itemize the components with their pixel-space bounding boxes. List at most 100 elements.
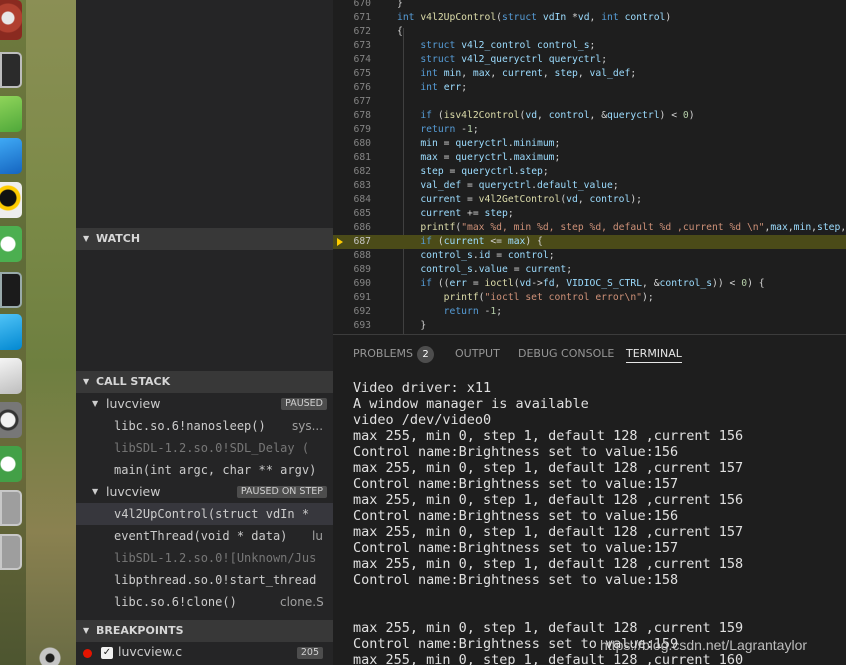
- line-number[interactable]: 692: [333, 305, 372, 319]
- text-editor-icon[interactable]: [0, 96, 22, 132]
- line-number[interactable]: 670: [333, 0, 372, 11]
- line-number[interactable]: 686: [333, 221, 372, 235]
- line-number[interactable]: 674: [333, 53, 372, 67]
- code-text: printf("ioctl set control error\n");: [443, 292, 654, 303]
- line-number[interactable]: 693: [333, 319, 372, 333]
- code-line[interactable]: 673 struct v4l2_control control_s;: [333, 39, 846, 53]
- callstack-section-header[interactable]: ▼ CALL STACK: [76, 371, 333, 393]
- line-number[interactable]: 680: [333, 137, 372, 151]
- code-text: return -1;: [420, 124, 479, 135]
- line-number[interactable]: 675: [333, 67, 372, 81]
- vscode-icon[interactable]: [0, 138, 22, 174]
- stack-frame[interactable]: eventThread(void * data) lu: [76, 525, 333, 547]
- wechat-icon[interactable]: [0, 226, 22, 262]
- code-line[interactable]: 675 int min, max, current, step, val_def…: [333, 67, 846, 81]
- code-text: if (isv4l2Control(vd, control, &queryctr…: [420, 110, 695, 121]
- breakpoint-file: luvcview.c: [118, 644, 183, 659]
- frame-source: sys...: [288, 415, 324, 437]
- tab-terminal[interactable]: TERMINAL: [626, 345, 682, 363]
- code-line[interactable]: 671 int v4l2UpControl(struct vdIn *vd, in…: [333, 11, 846, 25]
- chevron-down-icon: ▼: [83, 377, 90, 386]
- code-line[interactable]: 690 if ((err = ioctl(vd->fd, VIDIOC_S_CT…: [333, 277, 846, 291]
- unknown-app-icon[interactable]: [0, 490, 22, 526]
- stack-frame[interactable]: libc.so.6!nanosleep() sys...: [76, 415, 333, 437]
- code-line[interactable]: 683 val_def = queryctrl.default_value;: [333, 179, 846, 193]
- code-line[interactable]: 684 current = v4l2GetControl(vd, control…: [333, 193, 846, 207]
- code-line[interactable]: 670}: [333, 0, 846, 11]
- baidu-cloud-icon[interactable]: [0, 314, 22, 350]
- terminal-icon[interactable]: [0, 52, 22, 88]
- stack-frame[interactable]: libSDL-1.2.so.0!SDL_Delay (: [76, 437, 333, 459]
- wechat-icon[interactable]: [0, 446, 22, 482]
- stack-frame[interactable]: libc.so.6!clone() clone.S: [76, 591, 333, 613]
- code-line[interactable]: 680 min = queryctrl.minimum;: [333, 137, 846, 151]
- breakpoint-item[interactable]: ✓ luvcview.c 205: [76, 642, 333, 664]
- line-number[interactable]: 672: [333, 25, 372, 39]
- code-line[interactable]: 692 return -1;: [333, 305, 846, 319]
- code-line[interactable]: 686 printf("max %d, min %d, step %d, def…: [333, 221, 846, 235]
- tab-output[interactable]: OUTPUT: [455, 345, 500, 363]
- code-line[interactable]: 689 control_s.value = current;: [333, 263, 846, 277]
- line-number[interactable]: 683: [333, 179, 372, 193]
- line-number[interactable]: 678: [333, 109, 372, 123]
- tab-problems[interactable]: PROBLEMS 2: [353, 345, 435, 363]
- watch-section-header[interactable]: ▼ WATCH: [76, 228, 333, 250]
- qq-icon[interactable]: [0, 182, 22, 218]
- line-number[interactable]: 671: [333, 11, 372, 25]
- code-editor[interactable]: 670} 671 int v4l2UpControl(struct vdIn *vd…: [333, 0, 846, 334]
- text-edit-icon[interactable]: [0, 358, 22, 394]
- code-line[interactable]: 687 if (current <= max) {: [333, 235, 846, 249]
- stack-frame[interactable]: libSDL-1.2.so.0![Unknown/Jus: [76, 547, 333, 569]
- code-line[interactable]: 679 return -1;: [333, 123, 846, 137]
- code-line[interactable]: 691 printf("ioctl set control error\n");: [333, 291, 846, 305]
- line-number[interactable]: 677: [333, 95, 372, 109]
- stack-frame[interactable]: libpthread.so.0!start_thread: [76, 569, 333, 591]
- settings-icon[interactable]: [0, 0, 22, 40]
- code-text: min = queryctrl.minimum;: [420, 138, 561, 149]
- code-line[interactable]: 688 control_s.id = control;: [333, 249, 846, 263]
- terminal-line: max 255, min 0, step 1, default 128 ,cur…: [353, 428, 744, 444]
- line-number[interactable]: 681: [333, 151, 372, 165]
- line-number[interactable]: 682: [333, 165, 372, 179]
- system-monitor-icon[interactable]: [0, 272, 22, 308]
- code-line[interactable]: 672 {: [333, 25, 846, 39]
- frame-function: libSDL-1.2.so.0!SDL_Delay (: [114, 441, 310, 455]
- chevron-down-icon: ▼: [92, 399, 99, 408]
- code-line[interactable]: 677: [333, 95, 846, 109]
- line-number[interactable]: 673: [333, 39, 372, 53]
- code-text: printf("max %d, min %d, step %d, default…: [420, 222, 846, 233]
- code-text: if ((err = ioctl(vd->fd, VIDIOC_S_CTRL, …: [420, 278, 765, 289]
- code-line[interactable]: 674 struct v4l2_queryctrl queryctrl;: [333, 53, 846, 67]
- terminal-line: Control name:Brightness set to value:157: [353, 476, 679, 492]
- code-line[interactable]: 681 max = queryctrl.maximum;: [333, 151, 846, 165]
- thread-name: luvcview: [106, 484, 161, 499]
- clock-icon[interactable]: [0, 402, 22, 438]
- code-line[interactable]: 682 step = queryctrl.step;: [333, 165, 846, 179]
- code-line[interactable]: 678 if (isv4l2Control(vd, control, &quer…: [333, 109, 846, 123]
- code-line[interactable]: 676 int err;: [333, 81, 846, 95]
- line-number[interactable]: 679: [333, 123, 372, 137]
- line-number[interactable]: 684: [333, 193, 372, 207]
- line-number[interactable]: 676: [333, 81, 372, 95]
- gear-icon[interactable]: [38, 646, 62, 665]
- line-number[interactable]: 688: [333, 249, 372, 263]
- breakpoint-checkbox[interactable]: ✓: [101, 647, 113, 659]
- current-line-arrow-icon: [337, 238, 343, 246]
- breakpoints-section-header[interactable]: ▼ BREAKPOINTS: [76, 620, 333, 642]
- stack-frame[interactable]: v4l2UpControl(struct vdIn *: [76, 503, 333, 525]
- line-number[interactable]: 691: [333, 291, 372, 305]
- code-text: current += step;: [420, 208, 514, 219]
- line-number[interactable]: 690: [333, 277, 372, 291]
- code-line[interactable]: 693 }: [333, 319, 846, 333]
- tab-debug-console[interactable]: DEBUG CONSOLE: [518, 345, 614, 363]
- callstack-header-label: CALL STACK: [96, 375, 171, 388]
- line-number[interactable]: 685: [333, 207, 372, 221]
- thread-item[interactable]: ▼ luvcview PAUSED ON STEP: [76, 481, 333, 503]
- code-line[interactable]: 685 current += step;: [333, 207, 846, 221]
- code-text: struct v4l2_queryctrl queryctrl;: [420, 54, 608, 65]
- code-text: current = v4l2GetControl(vd, control);: [420, 194, 643, 205]
- line-number[interactable]: 689: [333, 263, 372, 277]
- unknown-app-icon[interactable]: [0, 534, 22, 570]
- thread-item[interactable]: ▼ luvcview PAUSED: [76, 393, 333, 415]
- stack-frame[interactable]: main(int argc, char ** argv): [76, 459, 333, 481]
